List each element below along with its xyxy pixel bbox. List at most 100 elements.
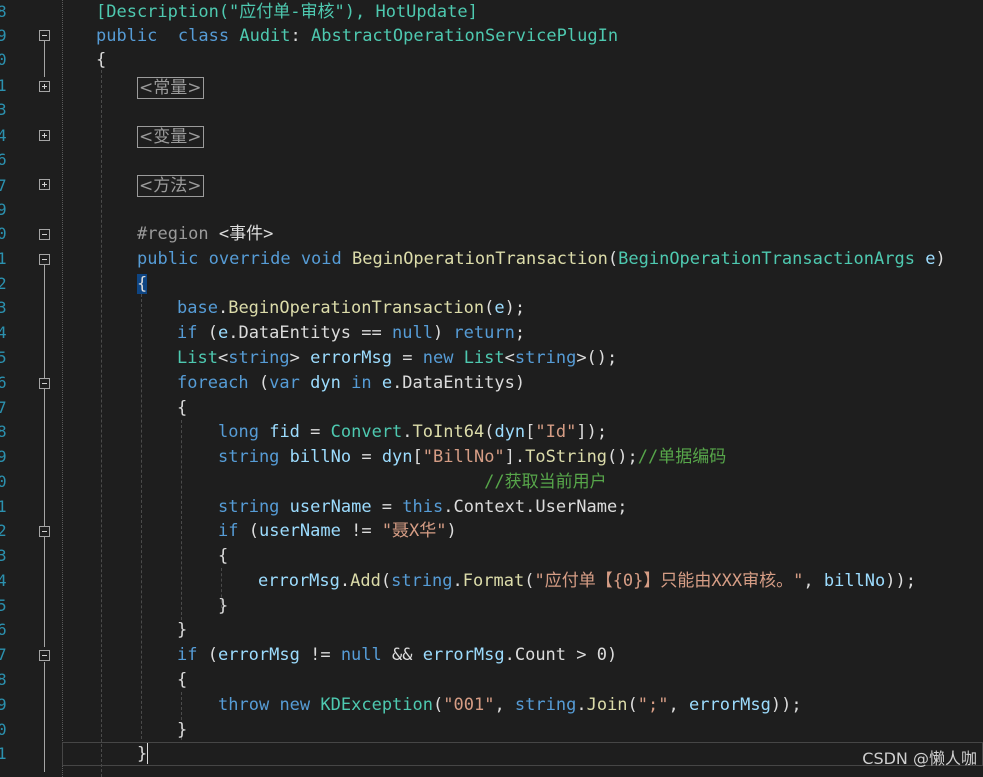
- code-token: >: [289, 348, 311, 368]
- code-line[interactable]: {: [96, 48, 106, 73]
- code-token: e: [217, 323, 229, 343]
- fold-line: [44, 41, 45, 77]
- code-line[interactable]: //获取当前用户: [218, 470, 606, 495]
- line-number: 3: [0, 100, 7, 119]
- indent-guide: [181, 420, 182, 620]
- code-token: <: [217, 348, 229, 368]
- line-number: 7: [0, 645, 7, 664]
- code-line[interactable]: string billNo = dyn["BillNo"].ToString()…: [218, 445, 726, 470]
- code-token: ";": [637, 695, 669, 715]
- collapse-region-icon[interactable]: [39, 254, 50, 265]
- code-line[interactable]: if (e.DataEntitys == null) return;: [177, 321, 525, 346]
- line-number: 1: [0, 497, 7, 516]
- code-token: "应付单【{0}】只能由XXX审核。": [534, 571, 804, 591]
- code-token: throw: [218, 695, 270, 715]
- code-line[interactable]: List<string> errorMsg = new List<string>…: [177, 346, 617, 371]
- code-token: billNo: [289, 447, 352, 467]
- expand-region-icon[interactable]: [39, 81, 50, 92]
- code-token: void: [300, 249, 342, 269]
- collapsed-region[interactable]: <变量>: [137, 126, 204, 148]
- collapse-region-icon[interactable]: [39, 229, 50, 240]
- code-line[interactable]: {: [177, 396, 187, 421]
- code-token: .: [402, 422, 413, 442]
- code-line[interactable]: string userName = this.Context.UserName;: [218, 495, 627, 520]
- code-token: (: [197, 323, 218, 343]
- line-number: 4: [0, 323, 7, 342]
- code-token: List: [463, 348, 505, 368]
- code-token: ();: [607, 447, 638, 467]
- fold-line: [44, 662, 45, 772]
- code-line[interactable]: public override void BeginOperationTrans…: [137, 247, 946, 272]
- watermark: CSDN @懒人咖: [862, 749, 977, 768]
- code-token: );: [504, 298, 526, 318]
- code-token: string: [218, 497, 280, 517]
- code-token: {: [96, 50, 107, 70]
- collapsed-region[interactable]: <常量>: [137, 77, 204, 99]
- collapse-region-icon[interactable]: [39, 650, 50, 661]
- code-token: ,: [803, 571, 824, 591]
- code-token: [Description("应付单-审核"), HotUpdate]: [96, 2, 478, 22]
- collapsed-region[interactable]: <方法>: [137, 175, 204, 197]
- code-line[interactable]: long fid = Convert.ToInt64(dyn["Id"]);: [218, 420, 607, 445]
- code-token: (: [433, 695, 444, 715]
- code-token: [: [412, 447, 423, 467]
- code-token: [: [525, 422, 536, 442]
- line-number: 0: [0, 50, 7, 69]
- code-line[interactable]: }: [218, 594, 228, 619]
- code-token: new: [279, 695, 311, 715]
- code-token: "聂X华": [381, 521, 447, 541]
- code-token: .DataEntitys ==: [228, 323, 392, 343]
- code-editor[interactable]: 8 9 0 1 3 4 6 7 9 0 1 2 3 4 5 6 7 8 9 0 1 2 3 4 5 6 7 8 9 0 1 [Descript…: [0, 0, 983, 777]
- code-token: :: [290, 26, 312, 46]
- code-line[interactable]: foreach (var dyn in e.DataEntitys): [177, 371, 525, 396]
- code-line[interactable]: {: [177, 668, 187, 693]
- code-token: !=: [340, 521, 382, 541]
- collapse-region-icon[interactable]: [39, 30, 50, 41]
- code-token: fid: [269, 422, 300, 442]
- code-token: BeginOperationTransaction: [228, 298, 485, 318]
- code-line[interactable]: if (errorMsg != null && errorMsg.Count >…: [177, 643, 617, 668]
- collapse-region-icon[interactable]: [39, 526, 50, 537]
- code-token: string: [514, 695, 577, 715]
- line-number: 6: [0, 150, 7, 169]
- code-token: if: [218, 521, 239, 541]
- code-line[interactable]: #region <事件>: [137, 222, 273, 247]
- code-token: Add: [350, 571, 381, 591]
- code-token: Join: [586, 695, 628, 715]
- code-line[interactable]: public class Audit: AbstractOperationSer…: [96, 24, 618, 49]
- code-line[interactable]: throw new KDException("001", string.Join…: [218, 693, 802, 718]
- code-line[interactable]: {: [218, 544, 228, 569]
- code-line[interactable]: }: [177, 718, 187, 743]
- code-token: }: [137, 744, 148, 764]
- code-line[interactable]: base.BeginOperationTransaction(e);: [177, 296, 525, 321]
- code-line[interactable]: }: [177, 618, 187, 643]
- collapse-region-icon[interactable]: [39, 378, 50, 389]
- line-number: 1: [0, 249, 7, 268]
- code-line[interactable]: {: [137, 272, 148, 297]
- code-token: errorMsg: [689, 695, 771, 715]
- code-token: ));: [770, 695, 802, 715]
- code-token: {: [137, 274, 148, 294]
- code-token: <事件>: [208, 224, 274, 244]
- code-token: ): [935, 249, 946, 269]
- code-line[interactable]: [Description("应付单-审核"), HotUpdate]: [96, 0, 478, 25]
- code-token: string: [514, 348, 577, 368]
- line-number: 6: [0, 373, 7, 392]
- code-line[interactable]: }: [137, 742, 147, 767]
- code-token: {: [177, 398, 188, 418]
- expand-region-icon[interactable]: [39, 130, 50, 141]
- code-line[interactable]: errorMsg.Add(string.Format("应付单【{0}】只能由X…: [258, 569, 916, 594]
- expand-region-icon[interactable]: [39, 179, 50, 190]
- indent-guide: [101, 70, 102, 777]
- code-token: billNo: [823, 571, 886, 591]
- code-token: .Count > 0): [504, 645, 618, 665]
- code-token: >();: [576, 348, 618, 368]
- code-line[interactable]: if (userName != "聂X华"): [218, 519, 457, 544]
- code-token: "BillNo": [422, 447, 505, 467]
- line-number: 6: [0, 620, 7, 639]
